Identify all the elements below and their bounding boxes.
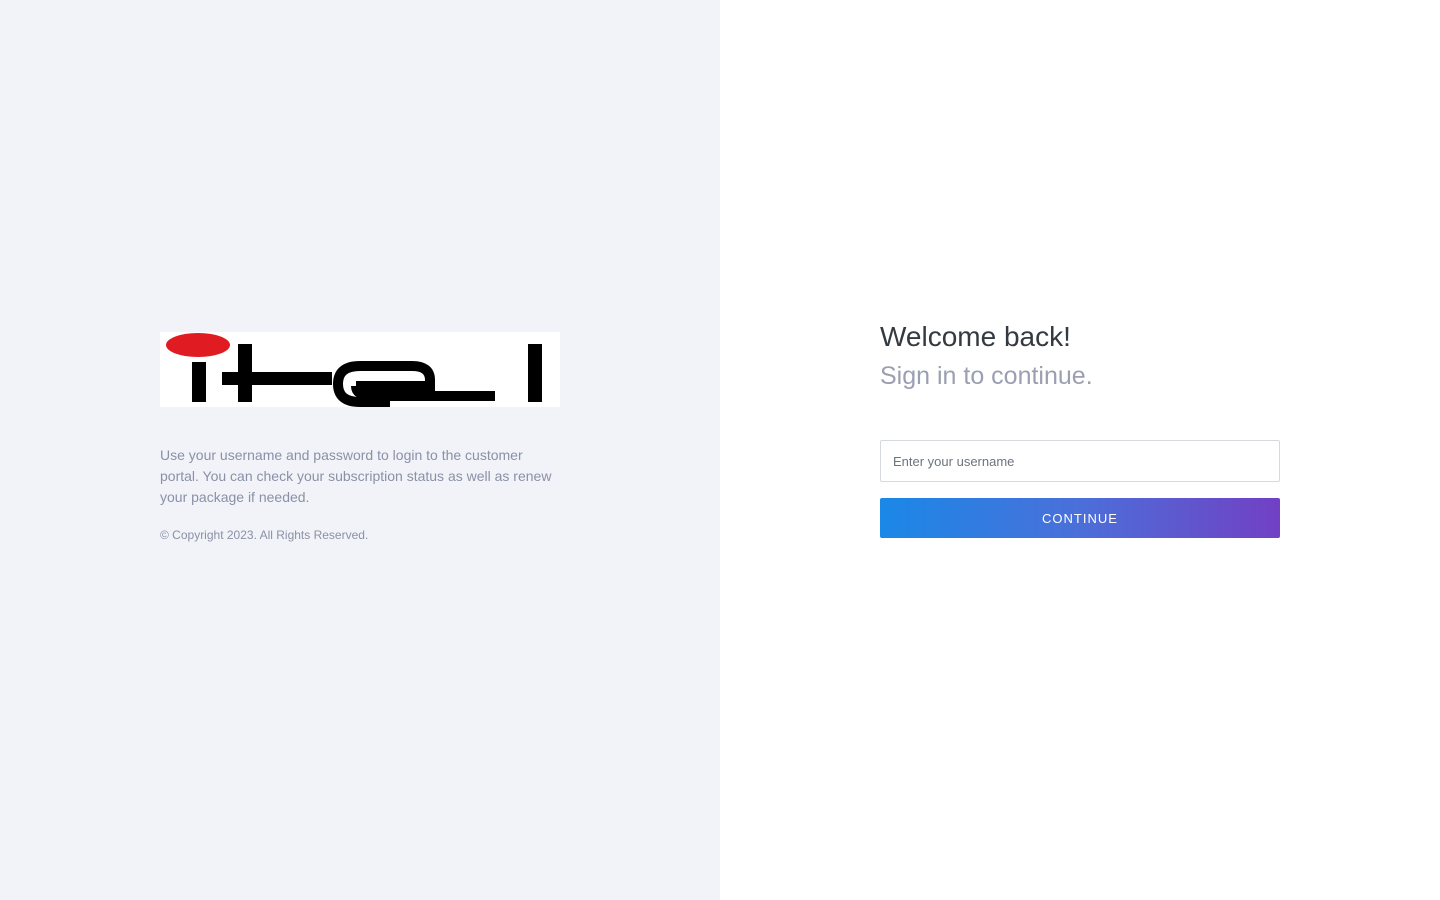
- portal-description: Use your username and password to login …: [160, 447, 552, 505]
- auth-panel: Welcome back! Sign in to continue. CONTI…: [720, 0, 1440, 900]
- itel-logo: [160, 332, 560, 407]
- welcome-title: Welcome back!: [880, 321, 1071, 352]
- login-page: Use your username and password to login …: [0, 0, 1440, 900]
- brand-panel: Use your username and password to login …: [0, 0, 720, 900]
- brand-block: Use your username and password to login …: [160, 332, 560, 543]
- copyright-text: © Copyright 2023. All Rights Reserved.: [160, 528, 369, 542]
- continue-button[interactable]: CONTINUE: [880, 498, 1280, 538]
- sign-in-form: Welcome back! Sign in to continue. CONTI…: [880, 318, 1280, 538]
- username-input[interactable]: [880, 440, 1280, 482]
- sign-in-subtitle: Sign in to continue.: [880, 362, 1093, 390]
